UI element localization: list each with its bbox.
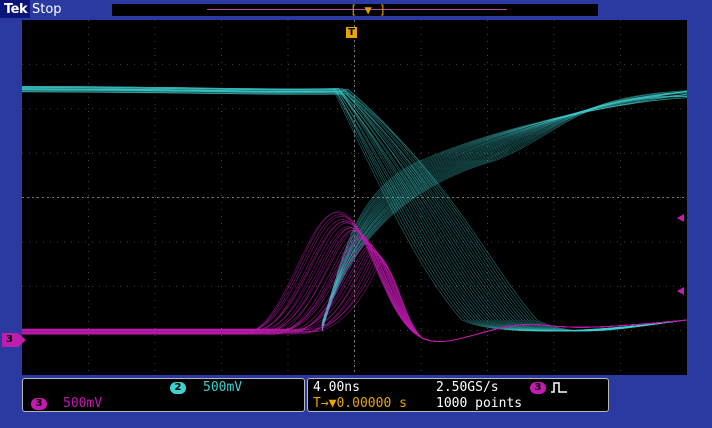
trigger-level-marker[interactable] xyxy=(677,214,684,222)
ch3-scale[interactable]: 500mV xyxy=(63,396,102,411)
waveform-canvas xyxy=(21,20,688,375)
waveform-display[interactable] xyxy=(21,20,688,375)
ch2-rise-trace xyxy=(321,94,688,331)
trigger-position-marker[interactable]: T xyxy=(346,27,357,38)
trigger-level-marker-2[interactable] xyxy=(677,287,684,295)
rising-pulse-icon[interactable] xyxy=(550,382,568,394)
ch3-pulse-trace xyxy=(22,247,688,342)
brand-logo: Tek xyxy=(4,2,28,17)
ch3-badge[interactable]: 3 xyxy=(31,398,47,410)
ch2-rise-trace xyxy=(321,90,688,329)
trigger-source-badge[interactable]: 3 xyxy=(530,382,546,394)
status-bar: Tek Stop [ ▼ ] xyxy=(0,0,712,20)
ch3-ground-marker[interactable]: 3 xyxy=(2,333,26,347)
acquisition-state[interactable]: Stop xyxy=(32,2,62,17)
readout-bar: 2 500mV 3 500mV 4.00ns T→▼0.00000 s 2.50… xyxy=(0,375,712,428)
record-length: 1000 points xyxy=(436,396,523,411)
record-view[interactable]: [ ▼ ] xyxy=(112,3,598,17)
time-per-division[interactable]: 4.00ns xyxy=(313,380,360,395)
record-window-bracket: [ ▼ ] xyxy=(350,3,387,17)
sample-rate: 2.50GS/s xyxy=(436,380,499,395)
ch2-rise-trace xyxy=(321,93,688,323)
ch2-badge[interactable]: 2 xyxy=(170,382,186,394)
vertical-readout-panel[interactable]: 2 500mV 3 500mV xyxy=(22,378,305,412)
trigger-position[interactable]: T→▼0.00000 s xyxy=(313,396,407,411)
horizontal-readout-panel[interactable]: 4.00ns T→▼0.00000 s 2.50GS/s 1000 points… xyxy=(307,378,609,412)
ch2-scale[interactable]: 500mV xyxy=(203,380,242,395)
